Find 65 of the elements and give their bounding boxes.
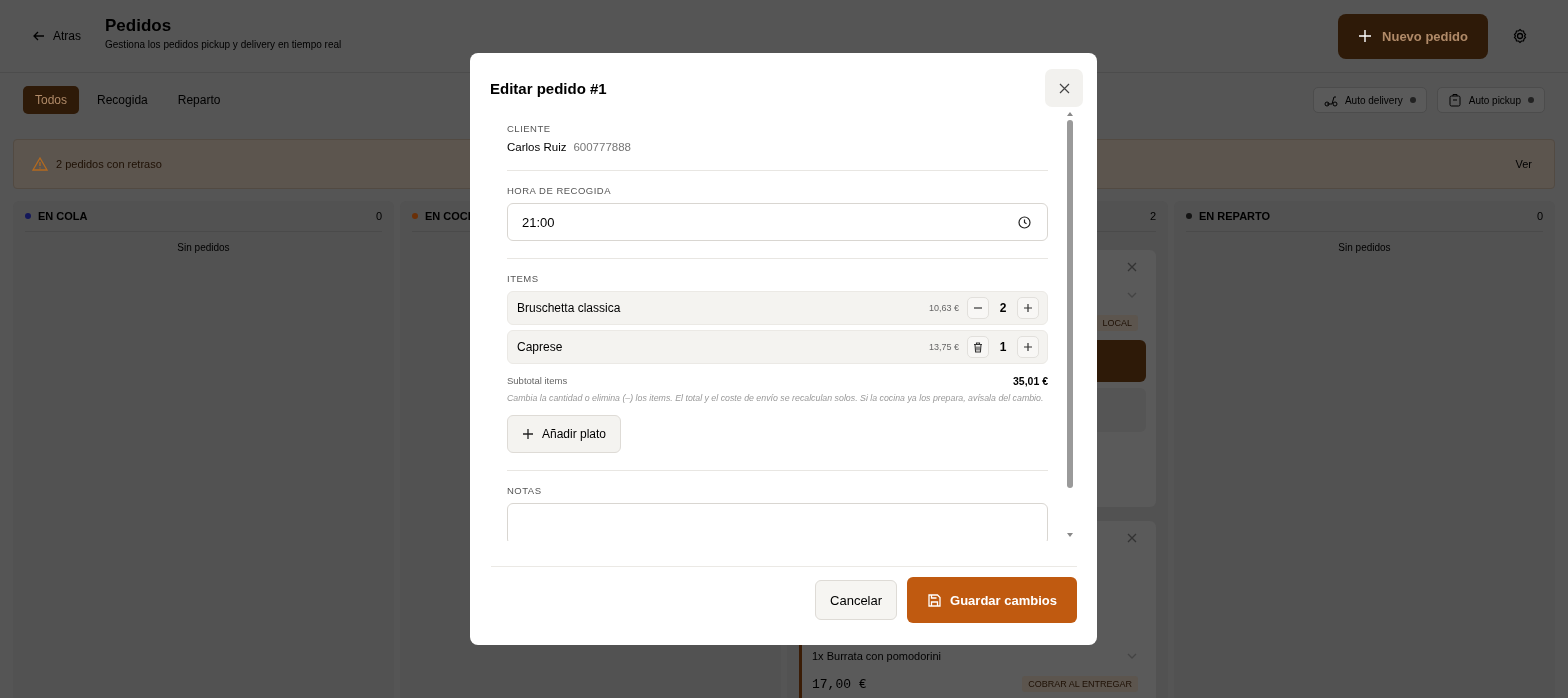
- close-icon: [1058, 82, 1070, 94]
- auto-toggle[interactable]: Auto pickup: [1436, 87, 1545, 113]
- bag-icon: [1447, 93, 1462, 107]
- notes-field[interactable]: [507, 503, 1048, 541]
- new-order-button[interactable]: Nuevo pedido: [1338, 13, 1488, 59]
- arrow-left-icon: [33, 30, 45, 42]
- item-price: 13,75 €: [928, 342, 959, 352]
- close-icon[interactable]: [1126, 261, 1138, 273]
- column-title: EN REPARTO: [1199, 210, 1271, 222]
- add-dish-button[interactable]: Añadir plato: [507, 415, 622, 453]
- empty-text: Sin pedidos: [176, 242, 231, 253]
- item-name: Bruschetta classica: [517, 301, 621, 315]
- order-price: 17,00 €: [812, 676, 867, 692]
- section-label: ITEMS: [507, 273, 540, 284]
- column-count: 2: [1149, 210, 1156, 222]
- view-link[interactable]: Ver: [1515, 158, 1532, 170]
- remove-button[interactable]: [967, 336, 989, 358]
- column-title: EN COLA: [38, 210, 88, 222]
- item-quantity: 2: [998, 301, 1008, 315]
- order-tag: COBRAR AL ENTREGAR: [1022, 676, 1138, 692]
- hint-text: Cambia la cantidad o elimina (–) los items. El total y el coste de envío se recalculan solos. Si la cocina ya los prepara, avísala del cambio.: [507, 392, 1045, 405]
- plus-icon: [1023, 342, 1033, 352]
- scooter-icon: [1323, 93, 1338, 107]
- empty-text: Sin pedidos: [1337, 242, 1392, 253]
- plus-icon: [1358, 29, 1373, 43]
- close-icon[interactable]: [1126, 532, 1138, 544]
- subtotal-label: Subtotal items: [507, 375, 568, 387]
- column-count: 0: [375, 210, 382, 222]
- client-phone: 600777888: [573, 141, 631, 153]
- clock-icon: [1018, 215, 1031, 229]
- scroll-down-icon[interactable]: [1066, 532, 1074, 538]
- section-label: CLIENTE: [507, 123, 552, 134]
- dialog-title: Editar pedido #1: [490, 79, 607, 97]
- item-name: Caprese: [517, 340, 563, 354]
- column-count: 0: [1536, 210, 1543, 222]
- time-field[interactable]: 21:00: [507, 203, 1048, 241]
- plus-icon: [522, 428, 534, 440]
- filter-tab[interactable]: Reparto: [165, 86, 233, 114]
- section-label: NOTAS: [507, 485, 543, 496]
- item-price: 10,63 €: [928, 303, 959, 313]
- section-label: HORA DE RECOGIDA: [507, 185, 613, 196]
- save-button[interactable]: Guardar cambios: [907, 577, 1077, 623]
- filter-tab[interactable]: Todos: [23, 86, 80, 114]
- close-button[interactable]: [1045, 69, 1083, 107]
- order-line: 1x Burrata con pomodorini: [812, 650, 941, 662]
- alert-text: 2 pedidos con retraso: [56, 158, 162, 170]
- back-link[interactable]: Atras: [33, 29, 81, 43]
- decrease-button[interactable]: [967, 297, 989, 319]
- page-subtitle: Gestiona los pedidos pickup y delivery en tiempo real: [105, 39, 342, 50]
- increase-button[interactable]: [1017, 297, 1039, 319]
- item-quantity: 1: [998, 340, 1008, 354]
- warning-icon: [32, 156, 48, 172]
- increase-button[interactable]: [1017, 336, 1039, 358]
- cancel-button[interactable]: Cancelar: [815, 580, 898, 620]
- page-title: Pedidos: [105, 16, 173, 36]
- order-tag: LOCAL: [1096, 315, 1138, 331]
- trash-icon: [973, 341, 983, 353]
- column-title: EN COCI: [425, 210, 471, 222]
- settings-icon[interactable]: [1512, 28, 1528, 44]
- subtotal-value: 35,01 €: [1012, 375, 1048, 387]
- filter-tab[interactable]: Recogida: [85, 86, 160, 114]
- scroll-up-icon[interactable]: [1066, 111, 1074, 117]
- auto-toggle[interactable]: Auto delivery: [1312, 87, 1427, 113]
- plus-icon: [1023, 303, 1033, 313]
- client-name: Carlos Ruiz: [507, 141, 567, 153]
